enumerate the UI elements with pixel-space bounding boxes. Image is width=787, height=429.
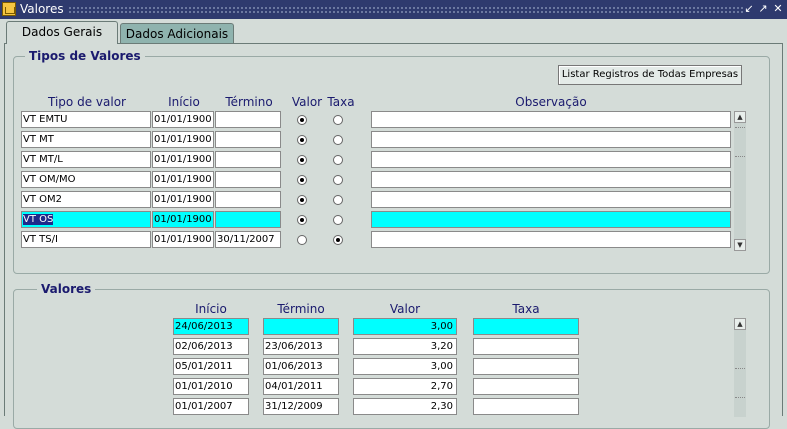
inicio-field[interactable]: 01/01/1900 bbox=[152, 171, 214, 188]
inicio-field[interactable]: 01/01/1900 bbox=[152, 191, 214, 208]
window-title: Valores bbox=[20, 2, 64, 16]
val-termino-field[interactable] bbox=[263, 318, 339, 335]
termino-field[interactable] bbox=[215, 191, 281, 208]
col-tipo-header: Tipo de valor bbox=[48, 95, 126, 109]
col-inicio-header: Início bbox=[168, 95, 200, 109]
val-col-taxa-header: Taxa bbox=[512, 302, 540, 316]
taxa-radio[interactable] bbox=[333, 175, 343, 185]
val-termino-field[interactable]: 23/06/2013 bbox=[263, 338, 339, 355]
termino-field[interactable] bbox=[215, 171, 281, 188]
val-taxa-field[interactable] bbox=[473, 378, 579, 395]
observacao-field[interactable] bbox=[371, 211, 731, 228]
col-obs-header: Observação bbox=[515, 95, 587, 109]
val-termino-field[interactable]: 04/01/2011 bbox=[263, 378, 339, 395]
observacao-field[interactable] bbox=[371, 231, 731, 248]
tab-dados-gerais[interactable]: Dados Gerais bbox=[6, 21, 118, 44]
tab-content: Tipos de Valores Listar Registros de Tod… bbox=[4, 43, 783, 429]
val-termino-field[interactable]: 31/12/2009 bbox=[263, 398, 339, 415]
val-valor-field[interactable]: 3,00 bbox=[353, 358, 457, 375]
col-termino-header: Término bbox=[225, 95, 273, 109]
valor-radio[interactable] bbox=[297, 155, 307, 165]
scroll-thumb[interactable] bbox=[735, 127, 745, 157]
taxa-radio[interactable] bbox=[333, 115, 343, 125]
scroll-up-icon[interactable]: ▲ bbox=[734, 111, 746, 123]
valor-radio[interactable] bbox=[297, 175, 307, 185]
termino-field[interactable] bbox=[215, 131, 281, 148]
title-bar: Valores ↙ ↗ ✕ bbox=[0, 0, 787, 19]
tipo-field[interactable]: VT MT bbox=[21, 131, 151, 148]
taxa-radio[interactable] bbox=[333, 195, 343, 205]
title-pattern bbox=[68, 6, 743, 13]
termino-field[interactable] bbox=[215, 151, 281, 168]
tipo-field[interactable]: VT OS bbox=[21, 211, 151, 228]
valor-radio[interactable] bbox=[297, 195, 307, 205]
valor-radio[interactable] bbox=[297, 135, 307, 145]
val-valor-field[interactable]: 2,30 bbox=[353, 398, 457, 415]
taxa-radio[interactable] bbox=[333, 155, 343, 165]
inicio-field[interactable]: 01/01/1900 bbox=[152, 111, 214, 128]
maximize-icon[interactable]: ↗ bbox=[757, 2, 769, 15]
scroll-down-icon[interactable]: ▼ bbox=[734, 239, 746, 251]
inicio-field[interactable]: 01/01/1900 bbox=[152, 131, 214, 148]
app-icon bbox=[2, 2, 16, 16]
valores-scrollbar[interactable]: ▲ bbox=[734, 318, 746, 417]
valor-radio[interactable] bbox=[297, 235, 307, 245]
scroll-thumb[interactable] bbox=[735, 368, 745, 398]
val-valor-field[interactable]: 3,20 bbox=[353, 338, 457, 355]
valor-radio[interactable] bbox=[297, 115, 307, 125]
taxa-radio[interactable] bbox=[333, 235, 343, 245]
tab-dados-adicionais[interactable]: Dados Adicionais bbox=[120, 23, 234, 43]
tipos-scrollbar[interactable]: ▲ ▼ bbox=[734, 111, 746, 251]
val-col-termino-header: Término bbox=[277, 302, 325, 316]
listar-registros-button[interactable]: Listar Registros de Todas Empresas bbox=[558, 65, 742, 85]
observacao-field[interactable] bbox=[371, 111, 731, 128]
col-taxa-header: Taxa bbox=[327, 95, 355, 109]
tipo-field[interactable]: VT EMTU bbox=[21, 111, 151, 128]
tipo-field[interactable]: VT TS/I bbox=[21, 231, 151, 248]
val-col-valor-header: Valor bbox=[389, 302, 421, 316]
termino-field[interactable]: 30/11/2007 bbox=[215, 231, 281, 248]
tipo-field[interactable]: VT OM/MO bbox=[21, 171, 151, 188]
val-termino-field[interactable]: 01/06/2013 bbox=[263, 358, 339, 375]
inicio-field[interactable]: 01/01/1900 bbox=[152, 211, 214, 228]
tipo-field[interactable]: VT MT/L bbox=[21, 151, 151, 168]
tab-bar: Dados Gerais Dados Adicionais bbox=[4, 21, 783, 44]
scroll-up-icon[interactable]: ▲ bbox=[734, 318, 746, 330]
val-inicio-field[interactable]: 01/01/2007 bbox=[173, 398, 249, 415]
observacao-field[interactable] bbox=[371, 191, 731, 208]
observacao-field[interactable] bbox=[371, 171, 731, 188]
col-valor-header: Valor bbox=[291, 95, 323, 109]
termino-field[interactable] bbox=[215, 211, 281, 228]
val-inicio-field[interactable]: 24/06/2013 bbox=[173, 318, 249, 335]
taxa-radio[interactable] bbox=[333, 135, 343, 145]
inicio-field[interactable]: 01/01/1900 bbox=[152, 231, 214, 248]
val-taxa-field[interactable] bbox=[473, 318, 579, 335]
tipo-field[interactable]: VT OM2 bbox=[21, 191, 151, 208]
val-inicio-field[interactable]: 02/06/2013 bbox=[173, 338, 249, 355]
termino-field[interactable] bbox=[215, 111, 281, 128]
valor-radio[interactable] bbox=[297, 215, 307, 225]
taxa-radio[interactable] bbox=[333, 215, 343, 225]
val-valor-field[interactable]: 2,70 bbox=[353, 378, 457, 395]
inicio-field[interactable]: 01/01/1900 bbox=[152, 151, 214, 168]
observacao-field[interactable] bbox=[371, 131, 731, 148]
val-taxa-field[interactable] bbox=[473, 398, 579, 415]
selected-text: VT OS bbox=[23, 214, 54, 225]
observacao-field[interactable] bbox=[371, 151, 731, 168]
val-taxa-field[interactable] bbox=[473, 338, 579, 355]
minimize-icon[interactable]: ↙ bbox=[743, 2, 755, 15]
valores-title: Valores bbox=[37, 282, 96, 296]
val-inicio-field[interactable]: 01/01/2010 bbox=[173, 378, 249, 395]
tipos-title: Tipos de Valores bbox=[25, 49, 145, 63]
val-taxa-field[interactable] bbox=[473, 358, 579, 375]
val-col-inicio-header: Início bbox=[195, 302, 227, 316]
val-valor-field[interactable]: 3,00 bbox=[353, 318, 457, 335]
val-inicio-field[interactable]: 05/01/2011 bbox=[173, 358, 249, 375]
close-icon[interactable]: ✕ bbox=[772, 2, 784, 15]
